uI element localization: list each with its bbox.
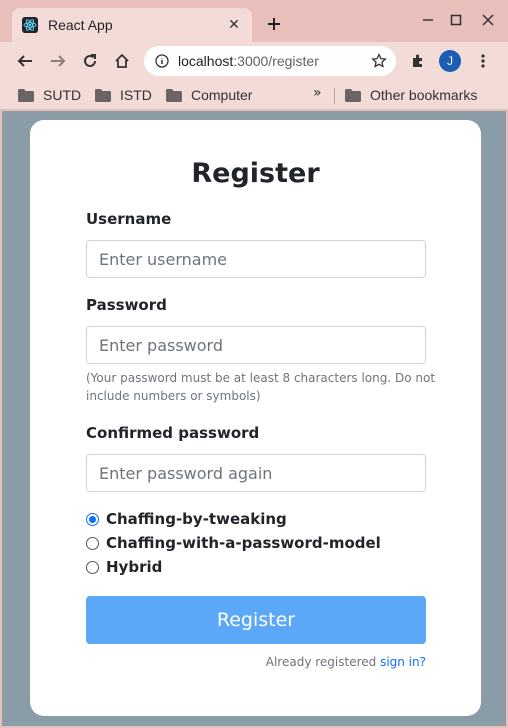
radio-button[interactable] (86, 536, 99, 550)
signin-prompt-text: Already registered (265, 655, 381, 669)
new-tab-icon[interactable] (264, 14, 284, 34)
register-button[interactable]: Register (86, 596, 426, 644)
password-label: Password (86, 296, 167, 314)
reload-icon[interactable] (79, 50, 101, 72)
more-bookmarks-chevron[interactable]: » (313, 85, 322, 101)
page-title: Register (191, 158, 320, 189)
menu-icon[interactable] (472, 50, 494, 72)
radio-button-checked[interactable] (86, 512, 99, 526)
folder-icon (345, 88, 361, 102)
username-input[interactable] (86, 240, 426, 278)
react-icon (22, 17, 38, 33)
avatar[interactable]: J (439, 50, 461, 72)
maximize-icon[interactable] (446, 10, 466, 30)
radio-button[interactable] (86, 560, 99, 574)
bookmark-istd[interactable]: ISTD (95, 85, 152, 105)
folder-icon (95, 88, 111, 102)
confirm-password-input[interactable] (86, 454, 426, 492)
bookmark-label: SUTD (43, 87, 82, 103)
star-icon[interactable] (370, 52, 388, 70)
forward-icon[interactable] (47, 50, 69, 72)
bookmark-label: ISTD (120, 87, 152, 103)
signin-prompt: Already registered sign in? (266, 655, 426, 669)
radio-option-password-model[interactable]: Chaffing-with-a-password-model (86, 534, 381, 552)
password-help-text: (Your password must be at least 8 charac… (86, 371, 436, 403)
folder-icon (166, 88, 182, 102)
minimize-icon[interactable] (418, 10, 438, 30)
browser-toolbar: localhost:3000/register J (0, 42, 508, 80)
extensions-icon[interactable] (407, 50, 429, 72)
folder-icon (18, 88, 34, 102)
url-path: :3000/register (233, 53, 319, 69)
info-icon[interactable] (154, 53, 170, 69)
browser-tab[interactable]: React App ✕ (12, 8, 252, 42)
username-label: Username (86, 210, 172, 228)
bookmark-sutd[interactable]: SUTD (18, 85, 81, 105)
url-text: localhost:3000/register (178, 53, 319, 69)
browser-titlebar: React App ✕ (0, 0, 508, 42)
radio-label: Chaffing-by-tweaking (106, 510, 287, 528)
bookmark-label: Other bookmarks (370, 87, 478, 103)
radio-option-hybrid[interactable]: Hybrid (86, 558, 162, 576)
signin-link[interactable]: sign in? (380, 655, 426, 669)
bookmark-other[interactable]: Other bookmarks (345, 85, 477, 105)
bookmark-label: Computer (191, 87, 253, 103)
page-viewport: Register Username Password (Your passwor… (2, 111, 506, 726)
password-input[interactable] (86, 326, 426, 364)
register-card: Register Username Password (Your passwor… (30, 120, 481, 716)
radio-label: Hybrid (106, 558, 163, 576)
radio-option-tweaking[interactable]: Chaffing-by-tweaking (86, 510, 287, 528)
confirm-password-label: Confirmed password (86, 424, 260, 442)
address-bar[interactable]: localhost:3000/register (144, 46, 396, 76)
window-close-icon[interactable] (478, 10, 498, 30)
url-host: localhost (178, 53, 234, 69)
back-icon[interactable] (14, 50, 36, 72)
bookmarks-divider (334, 88, 335, 104)
tab-title: React App (48, 17, 113, 33)
close-icon[interactable]: ✕ (226, 17, 242, 33)
bookmarks-bar: SUTD ISTD Computer » Other bookmarks (0, 80, 508, 110)
bookmark-computer[interactable]: Computer (166, 85, 252, 105)
radio-label: Chaffing-with-a-password-model (106, 534, 381, 552)
home-icon[interactable] (111, 50, 133, 72)
